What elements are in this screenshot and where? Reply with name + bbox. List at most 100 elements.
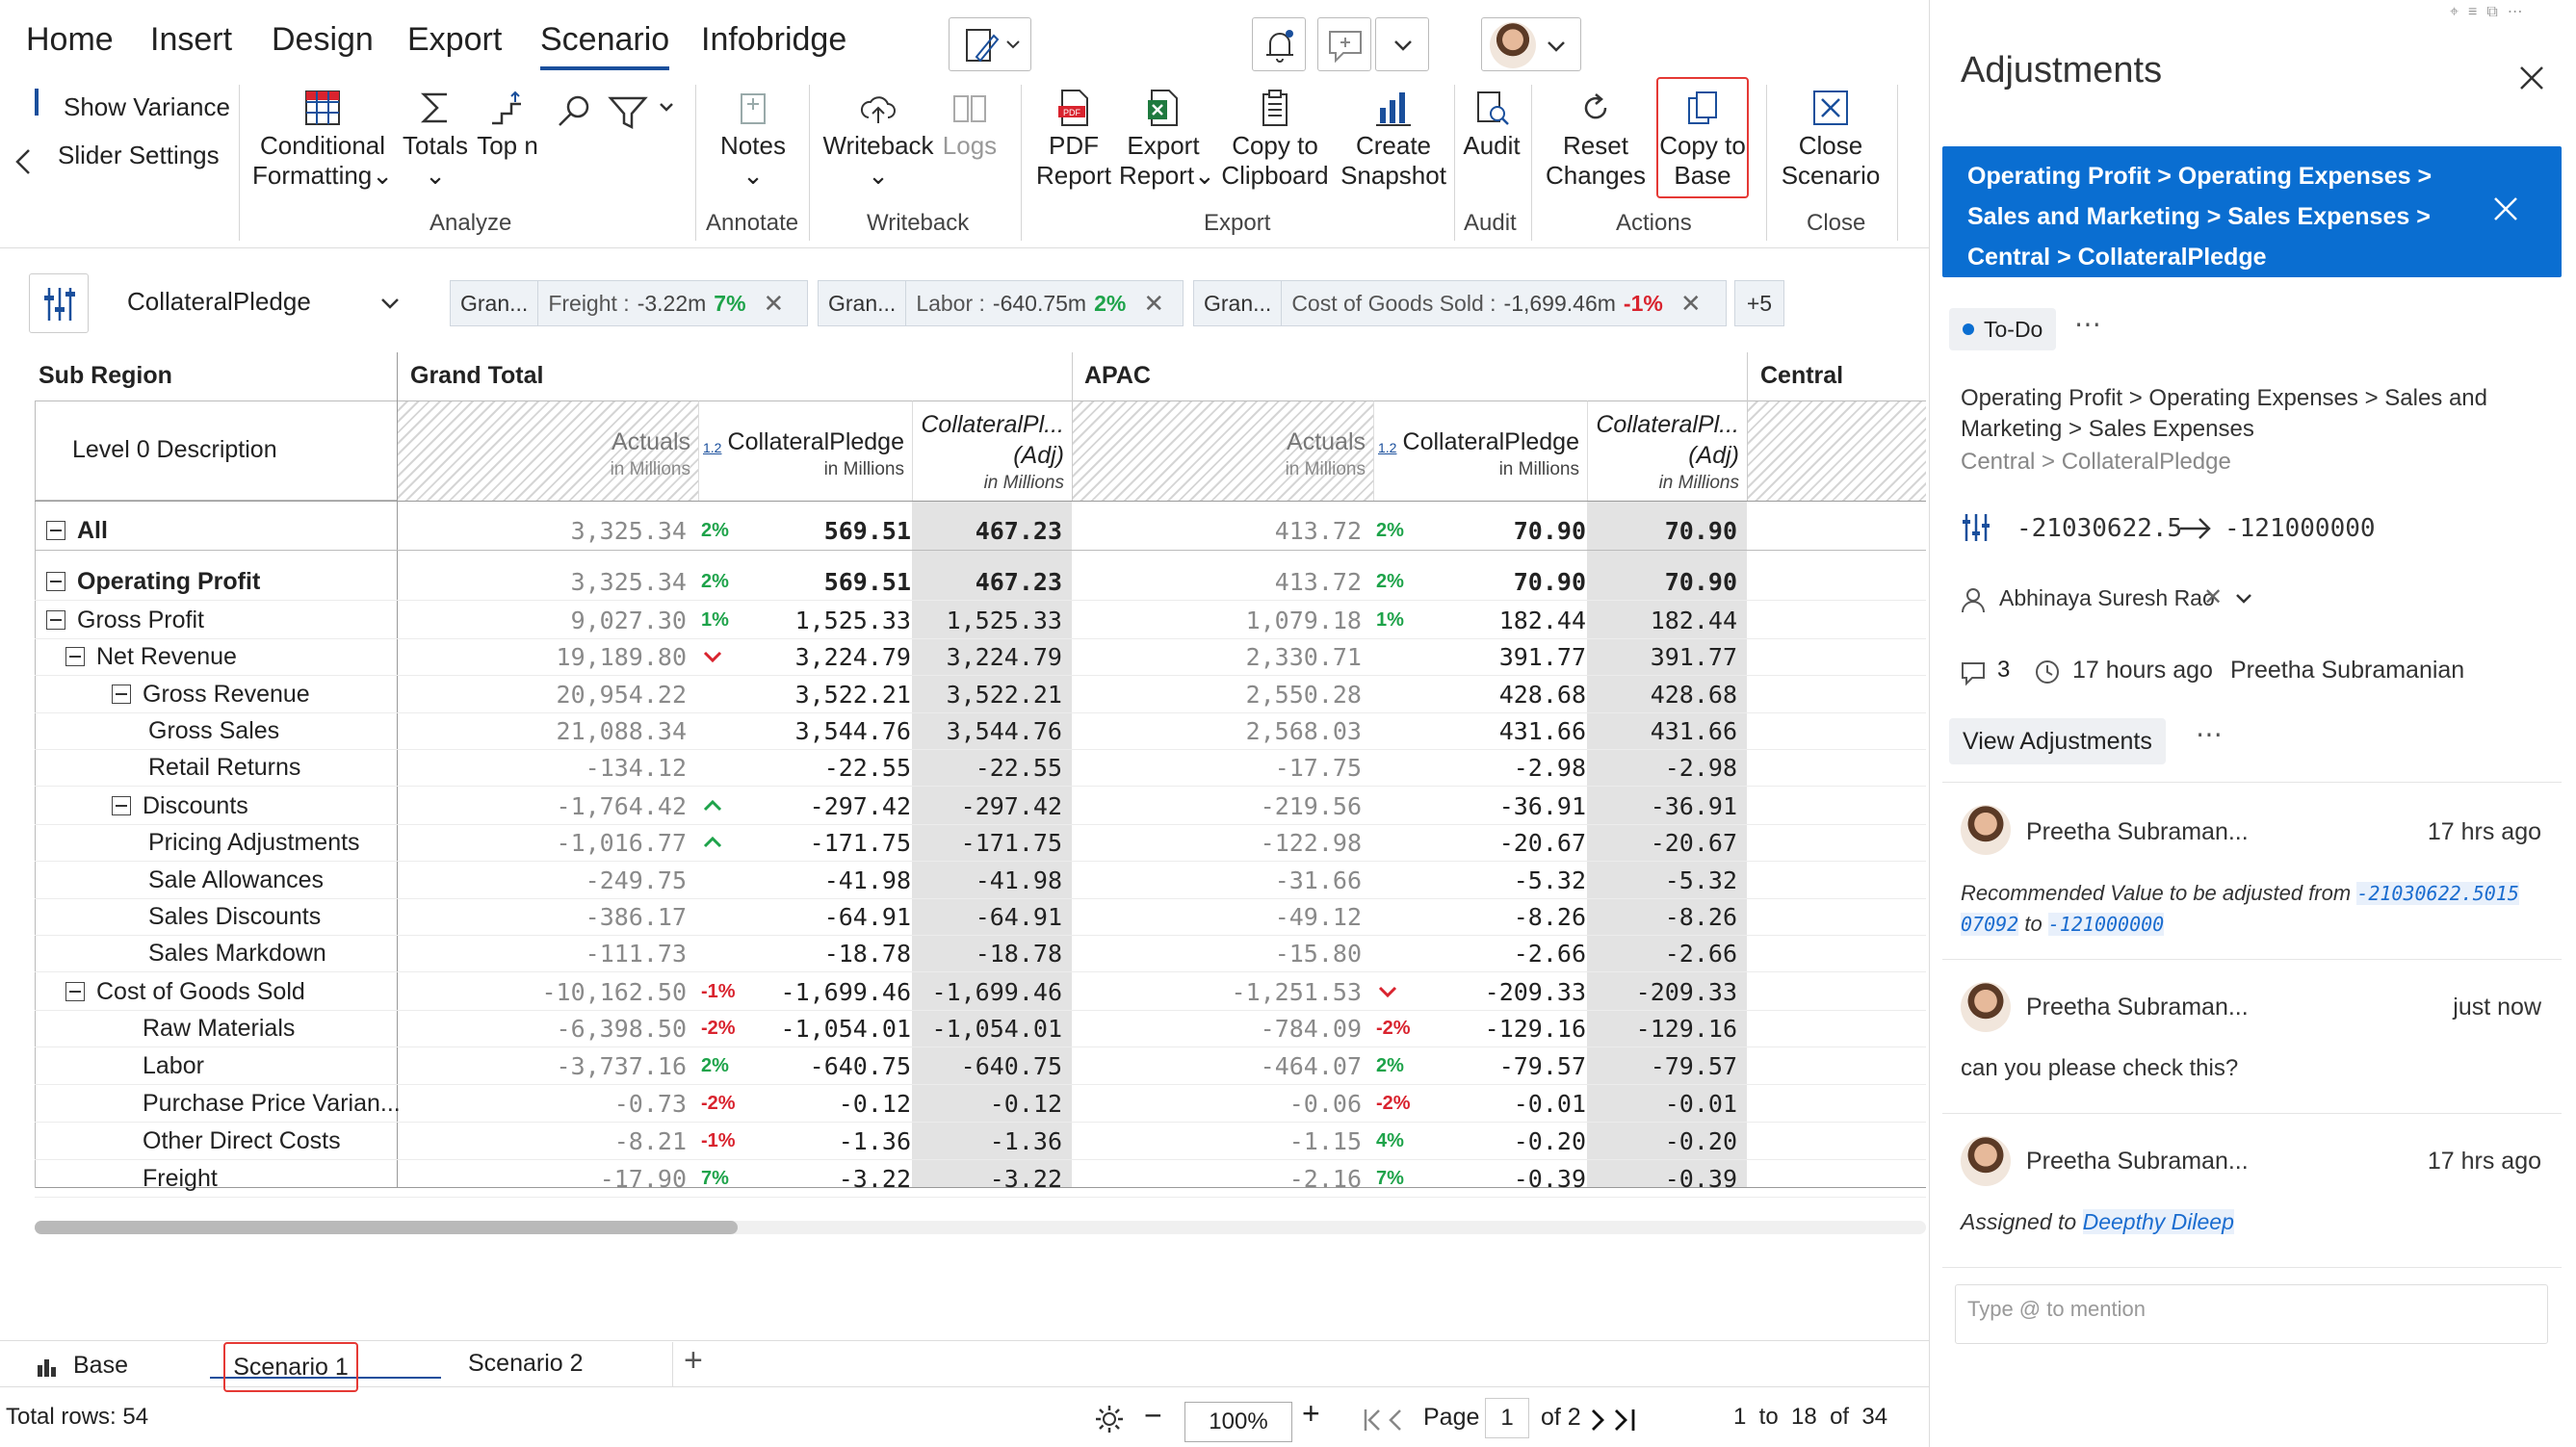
cp-value[interactable]: -640.75 [767, 1047, 911, 1084]
remove-assignee-icon[interactable]: ✕ [2203, 583, 2223, 611]
cp-adj-value[interactable]: -3.22 [912, 1160, 1062, 1197]
cp-value[interactable]: -41.98 [767, 862, 911, 898]
cp-adj-value[interactable]: 391.77 [1587, 638, 1737, 675]
gear-icon[interactable] [1092, 1402, 1127, 1436]
comment-input[interactable]: Type @ to mention [1955, 1284, 2548, 1344]
cp-adj-value[interactable]: 3,224.79 [912, 638, 1062, 675]
cp-value[interactable]: 182.44 [1442, 602, 1586, 638]
expand-collapse-icon[interactable] [65, 982, 85, 1001]
user-avatar-dropdown[interactable] [1481, 17, 1581, 71]
writeback-button[interactable]: Writeback ⌄ [822, 89, 934, 191]
cp-value[interactable]: -2.66 [1442, 935, 1586, 971]
panel-window-controls[interactable]: ⌖≡⧉⋯ [2450, 2, 2533, 21]
col-header-actuals[interactable]: Actuals in Millions [1073, 401, 1373, 501]
ribbon-scroll-left[interactable] [10, 142, 39, 181]
cp-value[interactable]: -0.12 [767, 1085, 911, 1122]
cp-value[interactable]: 431.66 [1442, 712, 1586, 749]
tab-insert[interactable]: Insert [150, 21, 232, 59]
cp-adj-value[interactable]: -2.98 [1587, 749, 1737, 786]
slider-settings-button[interactable]: Slider Settings [58, 141, 220, 170]
cp-value[interactable]: -8.26 [1442, 898, 1586, 935]
filter-chip[interactable]: Gran... Labor : -640.75m 2% ✕ [818, 280, 1184, 326]
cp-value[interactable]: -1,699.46 [767, 973, 911, 1010]
table-row[interactable]: Net Revenue 19,189.80 3,224.79 3,224.79 2,33… [35, 638, 1928, 675]
table-row[interactable]: Raw Materials -6,398.50 -2% -1,054.01 -1,054… [35, 1010, 1928, 1046]
table-row[interactable]: Sales Markdown -111.73 -18.78 -18.78 -15.80 -… [35, 935, 1928, 971]
expand-collapse-icon[interactable] [65, 647, 85, 666]
table-row[interactable]: Gross Profit 9,027.30 1% 1,525.33 1,525.33 1,… [35, 602, 1928, 638]
table-row[interactable]: All 3,325.34 2% 569.51 467.23 413.72 2% 70.90 70… [35, 512, 1928, 549]
close-icon[interactable]: ✕ [1671, 289, 1711, 319]
cp-adj-value[interactable]: 431.66 [1587, 712, 1737, 749]
notes-button[interactable]: Notes ⌄ [711, 89, 795, 191]
table-row[interactable]: Gross Sales 21,088.34 3,544.76 3,544.76 2,56… [35, 712, 1928, 749]
create-snapshot-button[interactable]: Create Snapshot [1337, 89, 1450, 191]
cp-adj-value[interactable]: -5.32 [1587, 862, 1737, 898]
cp-adj-value[interactable]: -64.91 [912, 898, 1062, 935]
page-input[interactable]: 1 [1485, 1398, 1529, 1438]
cp-adj-value[interactable]: -8.26 [1587, 898, 1737, 935]
zoom-in-button[interactable]: + [1302, 1396, 1320, 1432]
tab-home[interactable]: Home [26, 21, 114, 59]
cp-adj-value[interactable]: 70.90 [1587, 512, 1737, 549]
cp-adj-value[interactable]: 467.23 [912, 512, 1062, 549]
col-header-cp-adj[interactable]: CollateralPl... (Adj) in Millions [912, 401, 1072, 501]
expand-collapse-icon[interactable] [46, 572, 65, 591]
bell-icon[interactable] [1252, 17, 1306, 71]
cp-value[interactable]: -20.67 [1442, 824, 1586, 861]
cp-value[interactable]: -1.36 [767, 1123, 911, 1159]
top-n-button[interactable]: Top n [476, 89, 539, 161]
table-row[interactable]: Cost of Goods Sold -10,162.50 -1% -1,699.46… [35, 973, 1928, 1010]
cp-value[interactable]: -36.91 [1442, 788, 1586, 824]
table-row[interactable]: Freight -17.90 7% -3.22 -3.22 -2.16 7% -0.39 -0.… [35, 1160, 1928, 1197]
cp-adj-value[interactable]: -297.42 [912, 788, 1062, 824]
cp-adj-value[interactable]: 1,525.33 [912, 602, 1062, 638]
cp-value[interactable]: -129.16 [1442, 1010, 1586, 1046]
zoom-input[interactable]: 100% [1184, 1402, 1292, 1442]
tab-scenario[interactable]: Scenario [540, 21, 670, 70]
close-icon[interactable] [2517, 64, 2546, 92]
filter-chip[interactable]: Gran... Freight : -3.22m 7% ✕ [450, 280, 808, 326]
zoom-out-button[interactable]: − [1144, 1398, 1162, 1434]
cp-value[interactable]: 569.51 [767, 563, 911, 600]
cp-adj-value[interactable]: 428.68 [1587, 676, 1737, 712]
table-row[interactable]: Other Direct Costs -8.21 -1% -1.36 -1.36 -1.1… [35, 1123, 1928, 1159]
edit-mode-dropdown[interactable] [949, 17, 1031, 71]
chevron-down-icon[interactable] [2232, 587, 2255, 610]
tab-export[interactable]: Export [407, 21, 502, 59]
cp-value[interactable]: 3,544.76 [767, 712, 911, 749]
table-row[interactable]: Pricing Adjustments -1,016.77 -171.75 -171.… [35, 824, 1928, 861]
cp-value[interactable]: 569.51 [767, 512, 911, 549]
copy-to-base-button[interactable]: Copy to Base [1656, 77, 1749, 198]
cp-adj-value[interactable]: -640.75 [912, 1047, 1062, 1084]
status-badge[interactable]: To-Do [1949, 308, 2057, 350]
cp-adj-value[interactable]: -209.33 [1587, 973, 1737, 1010]
close-scenario-button[interactable]: Close Scenario [1780, 89, 1882, 191]
tab-scenario-2[interactable]: Scenario 2 [468, 1350, 584, 1378]
last-page-icon[interactable] [1587, 1406, 1643, 1434]
table-row[interactable]: Sales Discounts -386.17 -64.91 -64.91 -49.12… [35, 898, 1928, 935]
cp-adj-value[interactable]: 467.23 [912, 563, 1062, 600]
cp-value[interactable]: -79.57 [1442, 1047, 1586, 1084]
cp-adj-value[interactable]: -22.55 [912, 749, 1062, 786]
totals-button[interactable]: Totals ⌄ [399, 89, 472, 191]
table-row[interactable]: Gross Revenue 20,954.22 3,522.21 3,522.21 2,… [35, 676, 1928, 712]
more-options-icon[interactable]: ⋯ [2074, 308, 2101, 340]
cp-adj-value[interactable]: -129.16 [1587, 1010, 1737, 1046]
add-scenario-button[interactable]: + [684, 1342, 703, 1380]
filter-chip[interactable]: Gran... Cost of Goods Sold : -1,699.46m … [1193, 280, 1727, 326]
reset-changes-button[interactable]: Reset Changes [1543, 89, 1649, 191]
cp-value[interactable]: -64.91 [767, 898, 911, 935]
horizontal-scrollbar[interactable] [35, 1221, 1926, 1234]
cp-adj-value[interactable]: 3,544.76 [912, 712, 1062, 749]
cp-adj-value[interactable]: 3,522.21 [912, 676, 1062, 712]
show-variance-button[interactable]: Show Variance [64, 92, 230, 122]
view-adjustments-button[interactable]: View Adjustments [1949, 718, 2166, 764]
col-header-cp-adj[interactable]: CollateralPl... (Adj) in Millions [1587, 401, 1747, 501]
table-row[interactable]: Purchase Price Varian... -0.73 -2% -0.12 -0.… [35, 1085, 1928, 1122]
measure-settings-button[interactable] [29, 273, 89, 333]
cp-value[interactable]: -0.01 [1442, 1085, 1586, 1122]
close-icon[interactable]: ✕ [1133, 289, 1174, 319]
scrollbar-thumb[interactable] [35, 1221, 738, 1234]
cp-value[interactable]: -209.33 [1442, 973, 1586, 1010]
